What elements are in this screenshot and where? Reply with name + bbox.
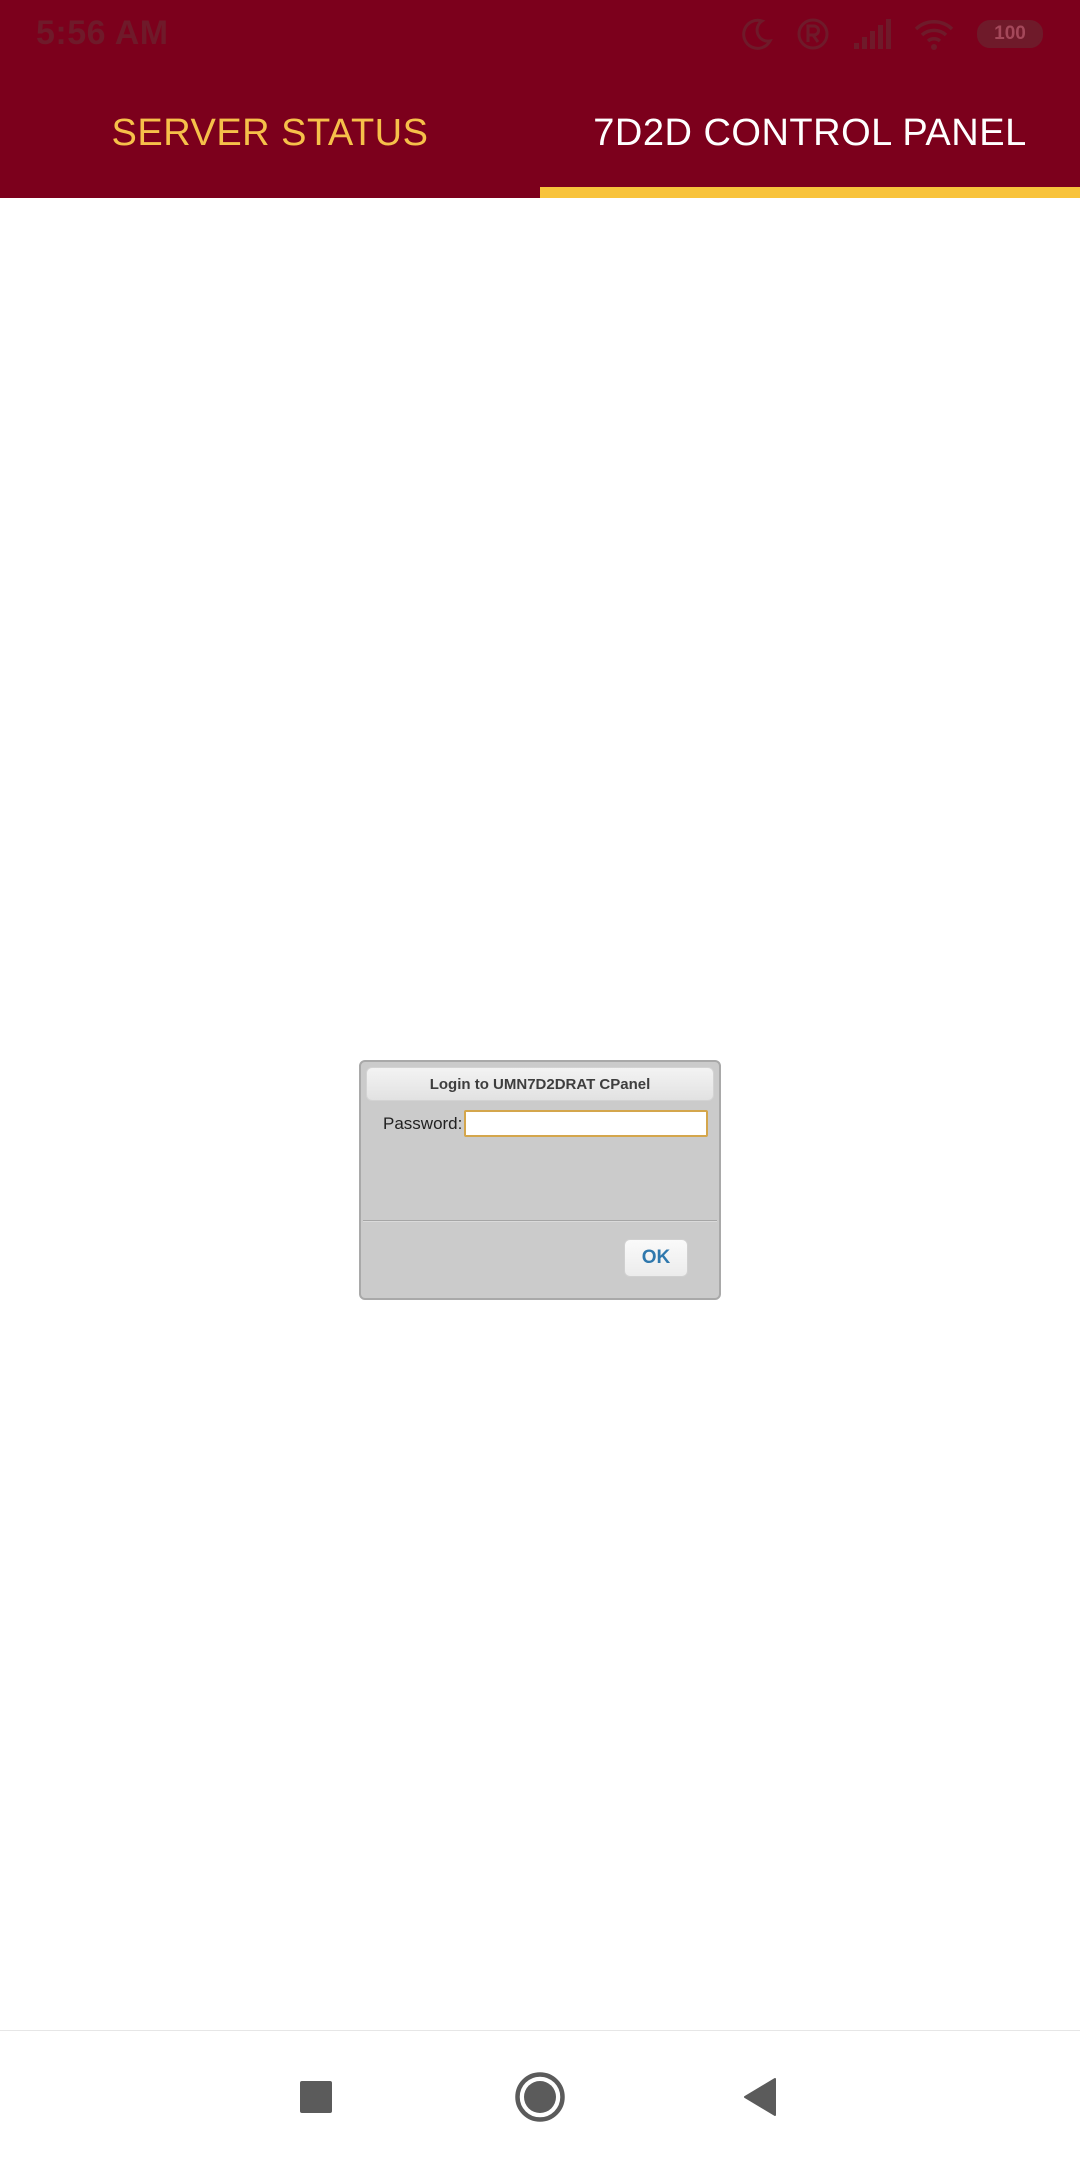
recents-button[interactable]: [286, 2069, 346, 2129]
tab-control-panel-label: 7D2D CONTROL PANEL: [593, 111, 1027, 154]
wifi-icon: [914, 17, 954, 51]
tab-control-panel[interactable]: 7D2D CONTROL PANEL: [540, 68, 1080, 198]
dialog-divider: [363, 1220, 717, 1222]
selected-tab-indicator: [540, 187, 1080, 198]
tab-bar: SERVER STATUS 7D2D CONTROL PANEL: [0, 68, 1080, 198]
app-header: 5:56 AM 100 SERVER STATUS 7D2D CONTROL P…: [0, 0, 1080, 198]
recents-square-icon: [299, 2080, 333, 2119]
password-row: Password:: [383, 1110, 709, 1137]
tab-server-status[interactable]: SERVER STATUS: [0, 68, 540, 198]
webview-content: Login to UMN7D2DRAT CPanel Password: OK: [0, 198, 1080, 2030]
status-icons: 100: [740, 14, 1044, 54]
signal-icon: [852, 17, 892, 51]
tab-server-status-label: SERVER STATUS: [111, 111, 429, 154]
password-label: Password:: [383, 1113, 463, 1133]
back-button[interactable]: [730, 2069, 790, 2129]
ok-button[interactable]: OK: [624, 1239, 688, 1277]
status-bar: 5:56 AM 100: [0, 0, 1080, 68]
back-triangle-icon: [742, 2077, 778, 2122]
battery-level: 100: [994, 23, 1026, 44]
registered-icon: [796, 17, 830, 51]
password-input[interactable]: [464, 1110, 709, 1137]
home-circle-icon: [514, 2071, 566, 2128]
battery-icon: 100: [976, 19, 1044, 49]
navigation-bar: [0, 2030, 1080, 2160]
app-screen: 5:56 AM 100 SERVER STATUS 7D2D CONTROL P…: [0, 0, 1080, 2160]
status-time: 5:56 AM: [36, 14, 169, 52]
login-dialog: Login to UMN7D2DRAT CPanel Password: OK: [359, 1060, 721, 1300]
home-button[interactable]: [510, 2069, 570, 2129]
moon-icon: [740, 17, 774, 51]
dialog-title: Login to UMN7D2DRAT CPanel: [366, 1067, 714, 1101]
